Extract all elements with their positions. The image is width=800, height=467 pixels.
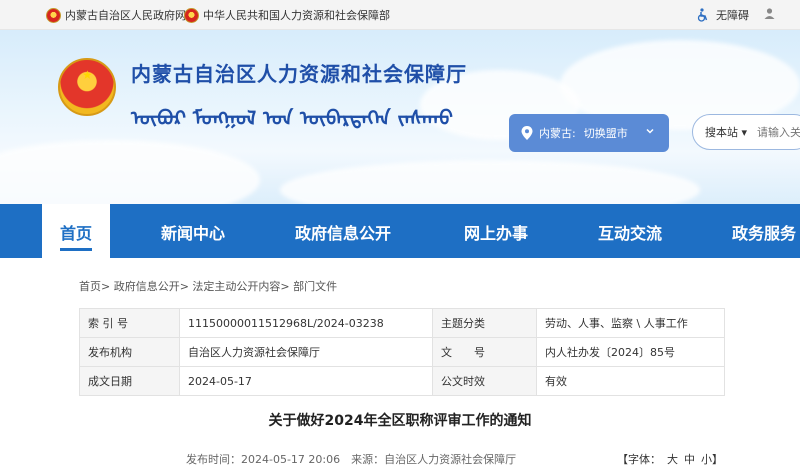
document-info-table: 索 引 号 11150000011512968L/2024-03238 主题分类… [79,308,725,396]
mongolian-site-title: ᠥᠪᠥᠷ ᠮᠣᠩᠭᠣᠯ ᠤᠨ ᠥᠪᠡᠷᠲᠡᠭᠡᠨ ᠵᠠᠰᠠᠬᠤ [131,106,453,130]
top-utility-bar: 内蒙古自治区人民政府网站 中华人民共和国人力资源和社会保障部 无障碍 [0,0,800,30]
table-row: 成文日期 2024-05-17 公文时效 有效 [79,366,725,396]
nav-item-gov-services[interactable]: 政务服务 [732,220,796,244]
issuer-label: 发布机构 [79,337,180,367]
article-meta: 发布时间：2024-05-17 20:06 来源：自治区人力资源社会保障厅 [186,453,517,466]
nav-item-online-services[interactable]: 网上办事 [464,220,528,244]
font-medium-button[interactable]: 中 [684,453,695,466]
search-scope-select[interactable]: 搜本站 ▾ [705,124,747,140]
breadcrumb[interactable]: 首页> 政府信息公开> 法定主动公开内容> 部门文件 [79,278,337,294]
font-size-control: 【字体： 大中小】 [617,451,723,467]
gov-site-link-label: 内蒙古自治区人民政府网站 [65,9,197,22]
region-switch-button[interactable]: 内蒙古: 切换盟市 [509,114,669,152]
location-pin-icon [521,126,533,140]
gov-site-link[interactable]: 内蒙古自治区人民政府网站 [46,7,197,23]
main-nav: 首页 新闻中心 政府信息公开 网上办事 互动交流 政务服务 [0,204,800,258]
nav-item-gov-info[interactable]: 政府信息公开 [295,220,391,244]
nav-item-interaction[interactable]: 互动交流 [598,220,662,244]
mohrss-link-label: 中华人民共和国人力资源和社会保障部 [203,9,390,22]
nav-item-home[interactable]: 首页 [42,204,111,258]
validity-value: 有效 [536,366,725,396]
wheelchair-icon [697,8,708,22]
site-banner: ★ 内蒙古自治区人力资源和社会保障厅 ᠥᠪᠥᠷ ᠮᠣᠩᠭᠣᠯ ᠤᠨ ᠥᠪᠡᠷᠲᠡ… [0,30,800,204]
topic-value: 劳动、人事、监察 \ 人事工作 [536,308,725,338]
search-scope-label: 搜本站 [705,126,738,139]
mohrss-link[interactable]: 中华人民共和国人力资源和社会保障部 [184,7,390,23]
doc-number-label: 文 号 [432,337,537,367]
validity-label: 公文时效 [432,366,537,396]
search-input[interactable] [757,125,800,139]
region-label: 内蒙古: [539,127,576,140]
national-emblem-icon [46,7,61,23]
index-value: 11150000011512968L/2024-03238 [179,308,433,338]
national-emblem-icon [184,7,199,23]
date-value: 2024-05-17 [179,366,433,396]
nav-item-news[interactable]: 新闻中心 [161,220,225,244]
article-title: 关于做好2024年全区职称评审工作的通知 [268,413,532,429]
chevron-down-icon [646,128,654,134]
national-emblem-logo: ★ [58,58,116,116]
date-label: 成文日期 [79,366,180,396]
font-size-label: 【字体： [617,453,661,466]
table-row: 索 引 号 11150000011512968L/2024-03238 主题分类… [79,308,725,338]
table-row: 发布机构 自治区人力资源社会保障厅 文 号 内人社办发〔2024〕85号 [79,337,725,367]
site-search-box: 搜本站 ▾ [692,114,800,150]
index-label: 索 引 号 [79,308,180,338]
issuer-value: 自治区人力资源社会保障厅 [179,337,433,367]
accessibility-label: 无障碍 [716,9,749,22]
cloud-decoration [0,140,260,204]
doc-number-value: 内人社办发〔2024〕85号 [536,337,725,367]
font-small-button[interactable]: 小】 [701,453,723,466]
cloud-decoration [280,160,700,204]
font-large-button[interactable]: 大 [667,453,678,466]
region-switch-label: 切换盟市 [583,127,628,140]
site-title: 内蒙古自治区人力资源和社会保障厅 [131,62,467,86]
user-icon [764,8,775,19]
accessibility-link[interactable]: 无障碍 [696,7,749,23]
topic-label: 主题分类 [432,308,537,338]
user-login-link[interactable] [763,7,782,20]
